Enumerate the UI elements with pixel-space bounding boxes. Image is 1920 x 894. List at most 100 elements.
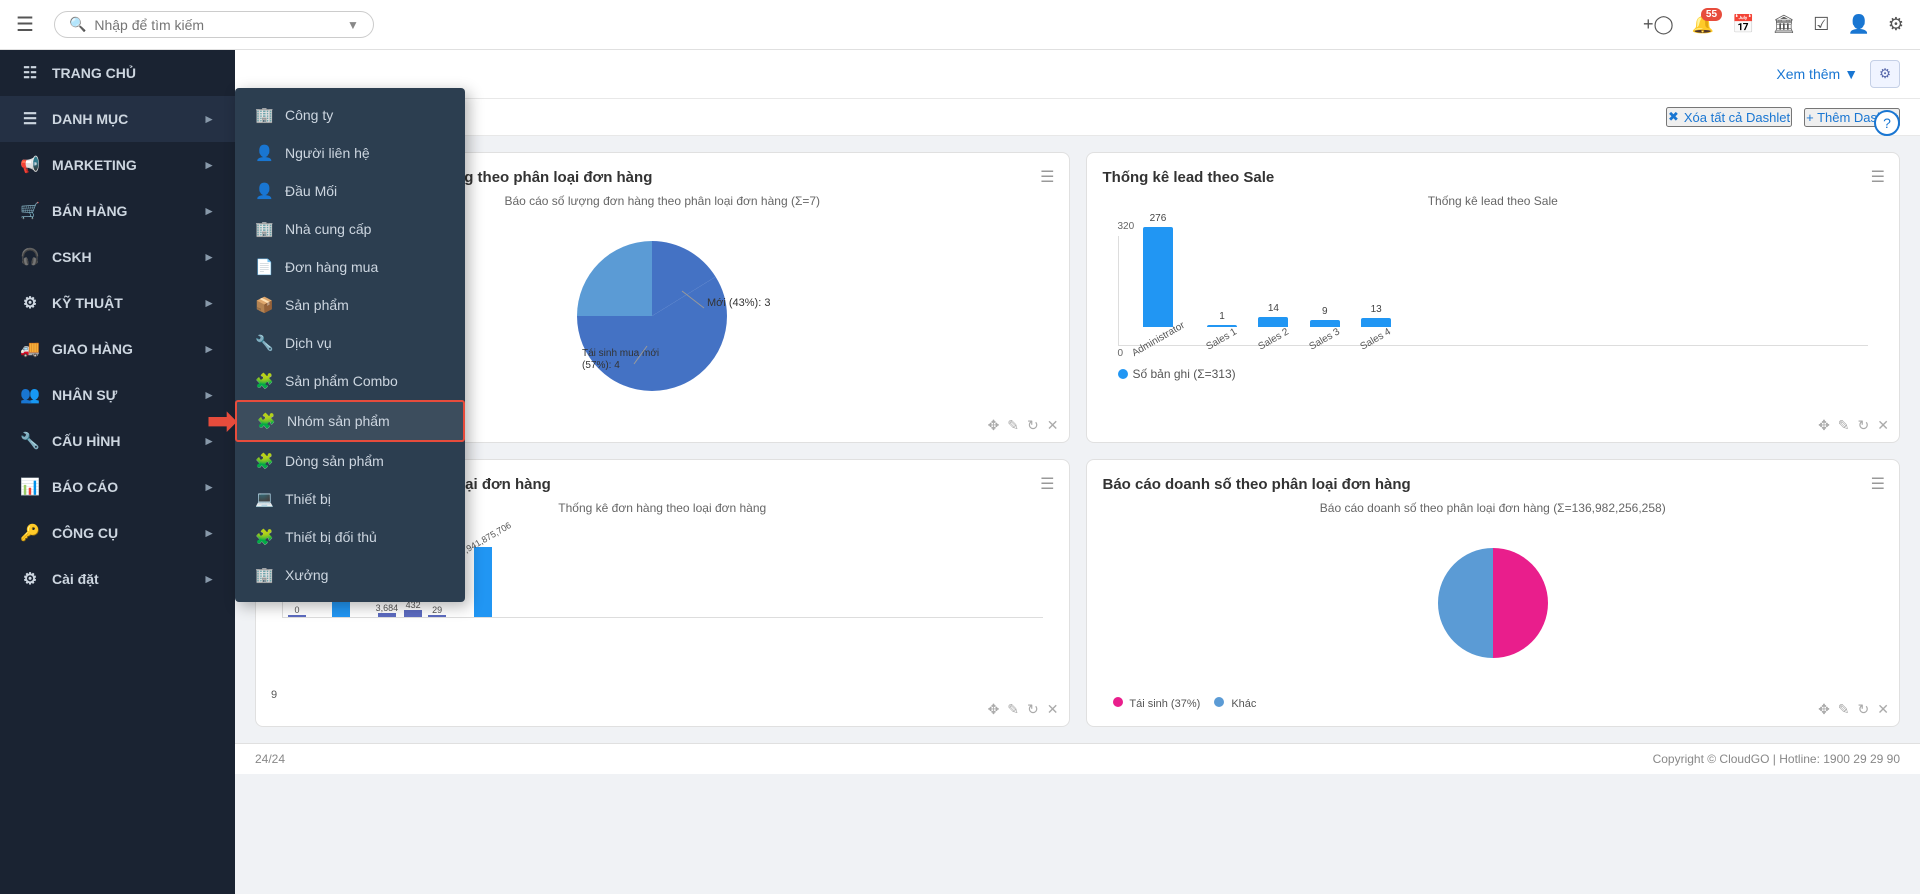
dropdown-item-dau-moi[interactable]: 👤 Đầu Mối: [235, 172, 465, 210]
sidebar-item-nhan-su[interactable]: 👥 NHÂN SỰ ►: [0, 372, 235, 418]
sidebar-item-bao-cao[interactable]: 📊 BÁO CÁO ►: [0, 464, 235, 510]
dropdown-label-nha-cung-cap: Nhà cung cấp: [285, 221, 371, 237]
support-icon: 🎧: [20, 247, 40, 267]
dropdown-menu: 🏢 Công ty 👤 Người liên hệ 👤 Đầu Mối 🏢 Nh…: [235, 88, 465, 602]
dropdown-item-nguoi-lien-he[interactable]: 👤 Người liên hệ: [235, 134, 465, 172]
pie-svg-1: Mới (43%): 3 Tái sinh mua mới (57%): 4: [552, 226, 772, 406]
notification-badge: 55: [1701, 8, 1722, 21]
bar-value-s3: 9: [1322, 306, 1328, 317]
svg-text:Mới (43%): 3: Mới (43%): 3: [707, 297, 770, 309]
refresh-icon-2[interactable]: ↻: [1858, 417, 1870, 434]
contact-icon: 👤: [255, 144, 273, 162]
dashlet-menu-icon-3[interactable]: ☰: [1040, 474, 1054, 494]
dashlet-actions: ✖ Xóa tất cả Dashlet + Thêm Dashlet: [235, 99, 1920, 136]
dropdown-item-thiet-bi-doi-thu[interactable]: 🧩 Thiết bị đối thủ: [235, 518, 465, 556]
chevron-right-icon: ►: [203, 296, 215, 310]
dropdown-item-dich-vu[interactable]: 🔧 Dịch vụ: [235, 324, 465, 362]
sales-icon: 🛒: [20, 201, 40, 221]
circle-x-icon: ✖: [1668, 109, 1679, 125]
gear-icon: ⚙: [20, 569, 40, 589]
sidebar-item-trang-chu[interactable]: ☷ TRANG CHỦ: [0, 50, 235, 96]
config-icon: 🔧: [20, 431, 40, 451]
help-icon[interactable]: ?: [1874, 110, 1900, 136]
sidebar-item-cskh[interactable]: 🎧 CSKH ►: [0, 234, 235, 280]
sidebar-item-giao-hang[interactable]: 🚚 GIAO HÀNG ►: [0, 326, 235, 372]
bar-5-rect: [474, 547, 492, 617]
chevron-right-icon: ►: [203, 572, 215, 586]
search-input[interactable]: [94, 17, 344, 33]
dropdown-item-san-pham-combo[interactable]: 🧩 Sản phẩm Combo: [235, 362, 465, 400]
close-icon-1[interactable]: ✕: [1047, 417, 1059, 434]
task-icon[interactable]: ☑: [1813, 14, 1829, 35]
search-bar[interactable]: 🔍 ▼: [54, 11, 374, 38]
sidebar-item-danh-muc[interactable]: ☰ DANH MỤC ►: [0, 96, 235, 142]
legend-dot-lead: [1118, 369, 1128, 379]
bell-icon[interactable]: 🔔 55: [1692, 14, 1714, 35]
sidebar-item-marketing[interactable]: 📢 MARKETING ►: [0, 142, 235, 188]
edit-icon-2[interactable]: ✎: [1838, 417, 1850, 434]
delivery-icon: 🚚: [20, 339, 40, 359]
dropdown-item-nha-cung-cap[interactable]: 🏢 Nhà cung cấp: [235, 210, 465, 248]
expand-icon-2[interactable]: ✥: [1818, 417, 1830, 434]
dashlet-menu-icon-1[interactable]: ☰: [1040, 167, 1054, 187]
bar-value-s4: 13: [1371, 304, 1382, 315]
report-icon: 📊: [20, 477, 40, 497]
red-arrow-icon: ➡: [207, 400, 237, 442]
search-icon: 🔍: [69, 16, 86, 33]
dropdown-item-cong-ty[interactable]: 🏢 Công ty: [235, 96, 465, 134]
sidebar-item-cai-dat[interactable]: ⚙ Cài đặt ►: [0, 556, 235, 602]
chevron-right-icon: ►: [203, 342, 215, 356]
dropdown-item-thiet-bi[interactable]: 💻 Thiết bị: [235, 480, 465, 518]
dropdown-item-xuong[interactable]: 🏢 Xưởng: [235, 556, 465, 594]
expand-icon-3[interactable]: ✥: [988, 701, 1000, 718]
bar-value-s2: 14: [1268, 303, 1279, 314]
refresh-icon-4[interactable]: ↻: [1858, 701, 1870, 718]
edit-icon-1[interactable]: ✎: [1007, 417, 1019, 434]
dropdown-label-xuong: Xưởng: [285, 567, 328, 583]
close-icon-3[interactable]: ✕: [1047, 701, 1059, 718]
hamburger-icon[interactable]: ☰: [16, 12, 34, 37]
dropdown-item-nhom-san-pham[interactable]: ➡ 🧩 Nhóm sản phẩm: [235, 400, 465, 442]
xem-them-button[interactable]: Xem thêm ▼: [1776, 66, 1858, 82]
bar-group-s4: 13 Sales 4: [1359, 304, 1392, 345]
calendar-icon[interactable]: 📅: [1732, 14, 1754, 35]
competitor-device-icon: 🧩: [255, 528, 273, 546]
sidebar-item-ban-hang[interactable]: 🛒 BÁN HÀNG ►: [0, 188, 235, 234]
legend-khac: Khác: [1214, 697, 1256, 710]
y-axis-max: 320: [1118, 221, 1869, 232]
purchase-order-icon: 📄: [255, 258, 273, 276]
topbar: ☰ 🔍 ▼ +◯ 🔔 55 📅 🏛 ☑ 👤 ⚙: [0, 0, 1920, 50]
chart-legend-lead: Số bản ghi (Σ=313): [1118, 367, 1869, 381]
expand-icon-4[interactable]: ✥: [1818, 701, 1830, 718]
dashlet-menu-icon-2[interactable]: ☰: [1871, 167, 1885, 187]
pagination-label: 24/24: [255, 752, 285, 766]
close-icon-4[interactable]: ✕: [1877, 701, 1889, 718]
edit-icon-3[interactable]: ✎: [1007, 701, 1019, 718]
xoa-dashlet-button[interactable]: ✖ Xóa tất cả Dashlet: [1666, 107, 1792, 127]
settings-icon[interactable]: ⚙: [1888, 14, 1904, 35]
dropdown-item-don-hang-mua[interactable]: 📄 Đơn hàng mua: [235, 248, 465, 286]
product-icon: 📦: [255, 296, 273, 314]
dashlet-menu-icon-4[interactable]: ☰: [1871, 474, 1885, 494]
dropdown-item-dong-san-pham[interactable]: 🧩 Dòng sản phẩm: [235, 442, 465, 480]
add-icon[interactable]: +◯: [1643, 14, 1674, 35]
tools-icon: 🔑: [20, 523, 40, 543]
expand-icon-1[interactable]: ✥: [988, 417, 1000, 434]
chart-icon[interactable]: 🏛: [1772, 14, 1795, 35]
bar-2: 3,684: [376, 603, 399, 617]
dashboard-settings-button[interactable]: ⚙: [1870, 60, 1900, 88]
dashlet-footer-4: ✥ ✎ ↻ ✕: [1818, 701, 1889, 718]
dashlet-bao-cao-doanh-so: Báo cáo doanh số theo phân loại đơn hàng…: [1086, 459, 1901, 727]
bar-0: 0: [288, 605, 306, 617]
bar-0-val: 0: [294, 605, 299, 615]
edit-icon-4[interactable]: ✎: [1838, 701, 1850, 718]
refresh-icon-1[interactable]: ↻: [1027, 417, 1039, 434]
sidebar-item-ky-thuat[interactable]: ⚙ KỸ THUẬT ►: [0, 280, 235, 326]
supplier-icon: 🏢: [255, 220, 273, 238]
sidebar-item-cong-cu[interactable]: 🔑 CÔNG CỤ ►: [0, 510, 235, 556]
close-icon-2[interactable]: ✕: [1877, 417, 1889, 434]
user-icon[interactable]: 👤: [1847, 14, 1869, 35]
sidebar-item-cau-hinh[interactable]: 🔧 CẤU HÌNH ►: [0, 418, 235, 464]
dropdown-item-san-pham[interactable]: 📦 Sản phẩm: [235, 286, 465, 324]
refresh-icon-3[interactable]: ↻: [1027, 701, 1039, 718]
